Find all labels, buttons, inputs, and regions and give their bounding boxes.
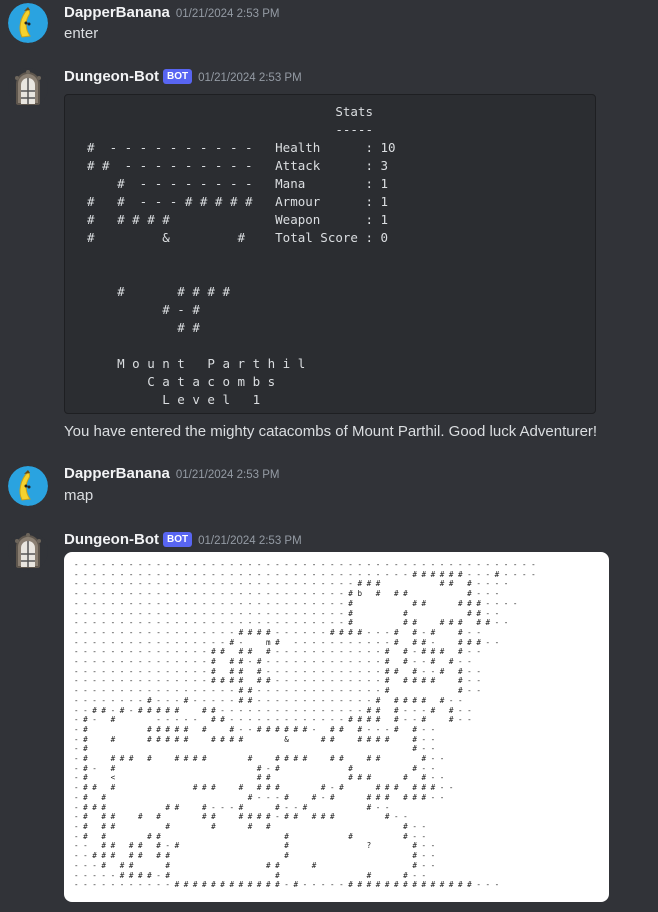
username[interactable]: Dungeon-Bot [64,68,159,85]
stats-code-block: Stats ----- # - - - - - - - - - - Health… [64,94,596,414]
username[interactable]: DapperBanana [64,465,170,482]
username[interactable]: DapperBanana [64,4,170,21]
timestamp: 01/21/2024 2:53 PM [198,72,302,84]
bot-badge: BOT [162,532,193,547]
avatar[interactable] [8,68,48,108]
code-text: Stats ----- # - - - - - - - - - - Health… [87,104,396,407]
timestamp: 01/21/2024 2:53 PM [175,8,280,20]
dungeon-door-icon [8,68,48,108]
message-text: enter [64,25,99,42]
username[interactable]: Dungeon-Bot [64,531,159,548]
bot-badge: BOT [162,69,193,84]
timestamp: 01/21/2024 2:53 PM [198,535,302,547]
map-image[interactable]: - - - - - - - - - - - - - - - - - - - - … [64,552,609,902]
timestamp: 01/21/2024 2:53 PM [175,469,280,481]
banana-icon [8,3,48,43]
message-text: You have entered the mighty catacombs of… [64,423,598,440]
avatar[interactable] [8,531,48,571]
banana-icon [8,466,48,506]
avatar[interactable] [8,3,48,43]
avatar[interactable] [8,466,48,506]
message-text: map [64,487,94,504]
dungeon-door-icon [8,531,48,571]
map-text: - - - - - - - - - - - - - - - - - - - - … [74,560,536,890]
